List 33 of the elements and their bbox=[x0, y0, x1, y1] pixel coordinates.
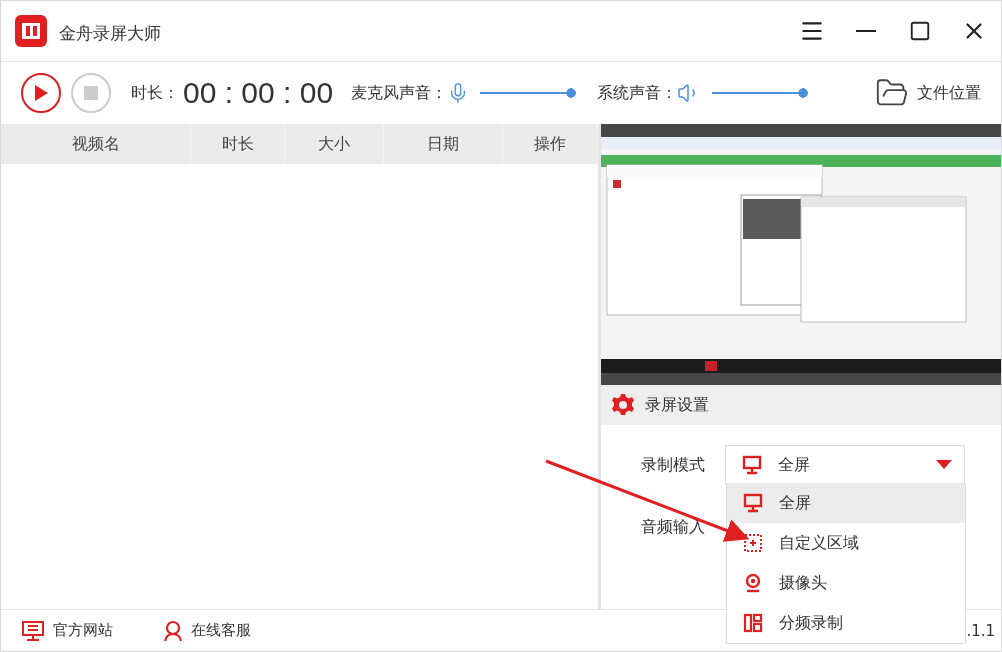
settings-title: 录屏设置 bbox=[645, 394, 709, 416]
audio-input-label: 音频输入 bbox=[641, 516, 706, 538]
app-logo-icon bbox=[13, 13, 49, 49]
column-header[interactable]: 操作 bbox=[503, 124, 598, 164]
monitor-icon bbox=[743, 493, 763, 513]
timer: 00 : 00 : 00 bbox=[183, 76, 334, 110]
play-icon bbox=[33, 84, 49, 102]
dashed-square-icon bbox=[743, 533, 763, 553]
caret-icon bbox=[936, 460, 952, 470]
window-title: 金舟录屏大师 bbox=[59, 21, 161, 45]
monitor-icon bbox=[742, 455, 762, 475]
system-sound-label: 系统声音： bbox=[597, 82, 678, 104]
maximize-icon bbox=[909, 20, 931, 42]
record-button[interactable] bbox=[21, 73, 61, 113]
file-location-button[interactable]: 文件位置 bbox=[875, 76, 981, 110]
footer-link[interactable]: 官方网站 bbox=[21, 619, 113, 642]
column-header[interactable]: 视频名 bbox=[1, 124, 191, 164]
webcam-icon bbox=[743, 573, 763, 593]
column-header[interactable]: 大小 bbox=[285, 124, 384, 164]
duration-label: 时长： bbox=[131, 82, 179, 104]
dropdown-option[interactable]: 全屏 bbox=[727, 483, 965, 523]
column-header[interactable]: 日期 bbox=[384, 124, 503, 164]
minimize-icon bbox=[856, 30, 876, 32]
settings-icon bbox=[611, 393, 635, 417]
column-header[interactable]: 时长 bbox=[191, 124, 285, 164]
mic-label: 麦克风声音： bbox=[351, 82, 448, 104]
mode-label: 录制模式 bbox=[641, 454, 706, 476]
footer-link[interactable]: 在线客服 bbox=[163, 619, 251, 642]
user-icon bbox=[163, 619, 183, 642]
version-text: .1.1 bbox=[966, 621, 995, 640]
monitor-icon bbox=[21, 619, 45, 642]
layout-icon bbox=[743, 613, 763, 633]
stop-icon bbox=[84, 86, 98, 100]
